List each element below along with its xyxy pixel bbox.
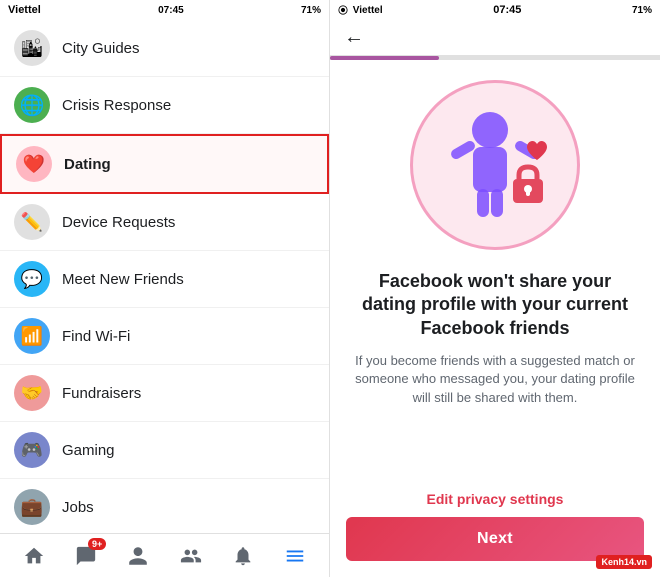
battery-right: 71%: [632, 5, 652, 16]
carrier-right: Viettel: [338, 5, 383, 16]
battery-left: 71%: [301, 5, 321, 16]
device-requests-label: Device Requests: [62, 214, 175, 231]
fundraisers-label: Fundraisers: [62, 385, 141, 402]
bottom-profile-icon[interactable]: [124, 542, 152, 570]
nav-item-city-guides[interactable]: 🏙 City Guides: [0, 20, 329, 77]
right-header: ←: [330, 20, 660, 56]
device-requests-icon: ✏️: [14, 204, 50, 240]
jobs-label: Jobs: [62, 499, 94, 516]
bottom-bar-left: 9+: [0, 533, 329, 577]
right-panel: Viettel 07:45 71% ←: [330, 0, 660, 577]
messages-badge: 9+: [88, 538, 106, 550]
status-bar-right: Viettel 07:45 71%: [330, 0, 660, 20]
bottom-notifications-icon[interactable]: [229, 542, 257, 570]
watermark: Kenh14.vn: [596, 555, 652, 569]
right-subtitle: If you become friends with a suggested m…: [354, 352, 636, 407]
crisis-response-icon: 🌐: [14, 87, 50, 123]
status-icons-left: 71%: [301, 5, 321, 16]
gaming-label: Gaming: [62, 442, 115, 459]
right-title: Facebook won't share your dating profile…: [354, 270, 636, 340]
city-guides-icon: 🏙: [14, 30, 50, 66]
nav-item-find-wifi[interactable]: 📶 Find Wi-Fi: [0, 308, 329, 365]
time-display-right: 07:45: [493, 4, 521, 16]
nav-list: 🏙 City Guides 🌐 Crisis Response ❤️ Datin…: [0, 20, 329, 533]
right-content: Facebook won't share your dating profile…: [330, 60, 660, 517]
nav-item-crisis-response[interactable]: 🌐 Crisis Response: [0, 77, 329, 134]
bottom-groups-icon[interactable]: [177, 542, 205, 570]
nav-item-gaming[interactable]: 🎮 Gaming: [0, 422, 329, 479]
jobs-icon: 💼: [14, 489, 50, 525]
crisis-response-label: Crisis Response: [62, 97, 171, 114]
time-left: Viettel: [8, 4, 41, 16]
illustration-container: [410, 80, 580, 250]
edit-privacy-link[interactable]: Edit privacy settings: [427, 491, 564, 517]
status-bar-left: Viettel 07:45 71%: [0, 0, 329, 20]
back-button[interactable]: ←: [344, 26, 364, 49]
find-wifi-label: Find Wi-Fi: [62, 328, 130, 345]
meet-new-friends-icon: 💬: [14, 261, 50, 297]
dating-icon: ❤️: [16, 146, 52, 182]
status-icons-right: 71%: [632, 5, 652, 16]
nav-item-fundraisers[interactable]: 🤝 Fundraisers: [0, 365, 329, 422]
bottom-home-icon[interactable]: [20, 542, 48, 570]
bottom-messages-icon[interactable]: 9+: [72, 542, 100, 570]
dating-label: Dating: [64, 156, 111, 173]
nav-item-device-requests[interactable]: ✏️ Device Requests: [0, 194, 329, 251]
left-panel: Viettel 07:45 71% 🏙 City Guides 🌐 Crisis…: [0, 0, 330, 577]
fundraisers-icon: 🤝: [14, 375, 50, 411]
find-wifi-icon: 📶: [14, 318, 50, 354]
city-guides-label: City Guides: [62, 40, 140, 57]
nav-item-meet-new-friends[interactable]: 💬 Meet New Friends: [0, 251, 329, 308]
time-display-left: 07:45: [158, 5, 184, 16]
meet-new-friends-label: Meet New Friends: [62, 271, 184, 288]
nav-item-dating[interactable]: ❤️ Dating: [0, 134, 329, 194]
nav-item-jobs[interactable]: 💼 Jobs: [0, 479, 329, 533]
gaming-icon: 🎮: [14, 432, 50, 468]
bottom-menu-icon[interactable]: [281, 542, 309, 570]
